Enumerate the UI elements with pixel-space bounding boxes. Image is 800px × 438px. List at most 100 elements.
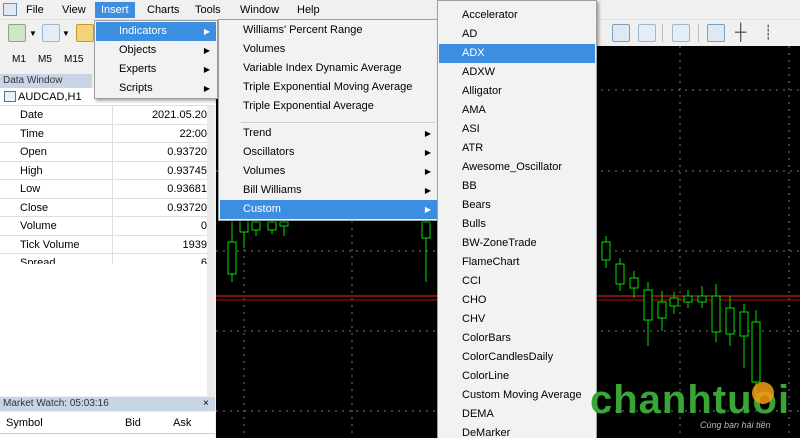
column-bid[interactable]: Bid bbox=[125, 417, 141, 429]
menu-separator bbox=[241, 122, 435, 123]
app-icon bbox=[3, 3, 17, 16]
menu-item-custom-indicator[interactable]: Bulls bbox=[439, 215, 595, 234]
menu-item-label: Objects bbox=[119, 44, 157, 56]
chevron-right-icon: ▶ bbox=[424, 148, 431, 157]
menu-file[interactable]: File bbox=[20, 2, 50, 18]
menu-item-volumes[interactable]: Volumes bbox=[220, 40, 437, 59]
menu-window[interactable]: Window bbox=[234, 2, 285, 18]
toolbar-divider bbox=[698, 24, 699, 42]
cursor-icon[interactable] bbox=[707, 24, 725, 42]
candle-body bbox=[683, 295, 693, 303]
candle-body bbox=[751, 321, 761, 383]
chart-shift-icon[interactable] bbox=[612, 24, 630, 42]
candle-body bbox=[739, 311, 749, 337]
menu-charts[interactable]: Charts bbox=[141, 2, 185, 18]
menu-item-bill-williams[interactable]: Bill Williams ▶ bbox=[220, 181, 437, 200]
menu-item-label: ASI bbox=[462, 123, 480, 135]
candle-body bbox=[251, 221, 261, 231]
menu-item-label: Triple Exponential Average bbox=[243, 100, 374, 112]
menu-item-custom-indicator[interactable]: ColorCandlesDaily bbox=[439, 348, 595, 367]
row-label: High bbox=[20, 164, 43, 177]
crosshair-icon[interactable]: ┼ bbox=[735, 24, 746, 42]
menu-item-label: ADXW bbox=[462, 66, 495, 78]
menu-insert[interactable]: Insert bbox=[95, 2, 135, 18]
close-icon[interactable]: × bbox=[203, 397, 209, 411]
menu-item-trix[interactable]: Triple Exponential Average bbox=[220, 97, 437, 116]
timeframe-m15[interactable]: M15 bbox=[64, 54, 83, 65]
menu-item-custom-indicator[interactable]: CCI bbox=[439, 272, 595, 291]
vertical-line-icon[interactable]: ┊ bbox=[764, 24, 772, 41]
menu-item-label: Volumes bbox=[243, 43, 286, 55]
templates-icon[interactable] bbox=[672, 24, 690, 42]
menu-item-volumes-group[interactable]: Volumes ▶ bbox=[220, 162, 437, 181]
row-value: 0.93745 bbox=[167, 164, 207, 177]
menu-item-label: Bears bbox=[462, 199, 491, 211]
row-label: Time bbox=[20, 127, 45, 140]
menu-item-trend[interactable]: Trend ▶ bbox=[220, 124, 437, 143]
auto-trading-icon[interactable] bbox=[76, 24, 94, 42]
candle-body bbox=[227, 241, 237, 275]
menu-item-objects[interactable]: Objects ▶ bbox=[96, 41, 216, 60]
profiles-icon[interactable] bbox=[42, 24, 60, 42]
autoscroll-icon[interactable] bbox=[638, 24, 656, 42]
menu-item-experts[interactable]: Experts ▶ bbox=[96, 60, 216, 79]
menu-item-oscillators[interactable]: Oscillators ▶ bbox=[220, 143, 437, 162]
menu-item-custom-indicator[interactable]: ColorLine bbox=[439, 367, 595, 386]
menu-item-label: ColorLine bbox=[462, 370, 510, 382]
table-row: Date 2021.05.20 bbox=[0, 106, 215, 125]
menu-item-custom-indicator[interactable]: BB bbox=[439, 177, 595, 196]
column-symbol[interactable]: Symbol bbox=[6, 417, 43, 429]
menu-item-custom-indicator[interactable]: Custom Moving Average bbox=[439, 386, 595, 405]
menu-item-label: DeMarker bbox=[462, 427, 511, 438]
menu-item-custom-indicator[interactable]: DeMarker bbox=[439, 424, 595, 438]
menu-item-custom-indicator[interactable]: Awesome_Oscillator bbox=[439, 158, 595, 177]
menu-view[interactable]: View bbox=[56, 2, 92, 18]
menu-item-custom-indicator[interactable]: ADX bbox=[439, 44, 595, 63]
menu-item-label: CHV bbox=[462, 313, 486, 325]
menu-item-custom-indicator[interactable]: Accelerator bbox=[439, 6, 595, 25]
menu-item-label: AMA bbox=[462, 104, 486, 116]
menu-bar: File View Insert Charts Tools Window Hel… bbox=[0, 0, 800, 20]
table-row: Close 0.93720 bbox=[0, 198, 215, 217]
new-chart-icon[interactable] bbox=[8, 24, 26, 42]
menu-item-scripts[interactable]: Scripts ▶ bbox=[96, 79, 216, 98]
column-ask[interactable]: Ask bbox=[173, 417, 191, 429]
menu-item-tema[interactable]: Triple Exponential Moving Average bbox=[220, 78, 437, 97]
menu-item-custom[interactable]: Custom ▶ bbox=[220, 200, 437, 219]
row-value: 0.93681 bbox=[167, 183, 207, 195]
menu-item-custom-indicator[interactable]: DEMA bbox=[439, 405, 595, 424]
candle-body bbox=[629, 277, 639, 289]
menu-item-custom-indicator[interactable]: AMA bbox=[439, 101, 595, 120]
menu-item-custom-indicator[interactable]: AD bbox=[439, 25, 595, 44]
timeframe-m1[interactable]: M1 bbox=[12, 54, 26, 65]
menu-item-custom-indicator[interactable]: ADXW bbox=[439, 63, 595, 82]
menu-item-label: ColorBars bbox=[462, 332, 511, 344]
timeframe-m5[interactable]: M5 bbox=[38, 54, 52, 65]
menu-item-custom-indicator[interactable]: Bears bbox=[439, 196, 595, 215]
menu-item-label: Custom bbox=[243, 203, 281, 215]
chevron-down-icon[interactable]: ▼ bbox=[62, 29, 70, 38]
menu-item-custom-indicator[interactable]: ATR bbox=[439, 139, 595, 158]
table-row: Low 0.93681 bbox=[0, 180, 215, 199]
menu-item-vidya[interactable]: Variable Index Dynamic Average bbox=[220, 59, 437, 78]
menu-item-label: FlameChart bbox=[462, 256, 520, 268]
data-window-scrollbar[interactable] bbox=[207, 106, 215, 396]
menu-item-williams-percent-range[interactable]: Williams' Percent Range bbox=[220, 21, 437, 40]
menu-tools[interactable]: Tools bbox=[189, 2, 227, 18]
menu-item-custom-indicator[interactable]: CHO bbox=[439, 291, 595, 310]
chevron-down-icon[interactable]: ▼ bbox=[29, 29, 37, 38]
menu-item-custom-indicator[interactable]: BW-ZoneTrade bbox=[439, 234, 595, 253]
menu-item-indicators[interactable]: Indicators ▶ bbox=[96, 22, 216, 41]
table-row: High 0.93745 bbox=[0, 161, 215, 180]
menu-item-custom-indicator[interactable]: ASI bbox=[439, 120, 595, 139]
menu-item-custom-indicator[interactable]: ColorBars bbox=[439, 329, 595, 348]
chevron-right-icon: ▶ bbox=[203, 84, 210, 93]
menu-item-label: Experts bbox=[119, 63, 157, 75]
market-watch-columns: Symbol Bid Ask bbox=[0, 412, 215, 434]
menu-item-custom-indicator[interactable]: CHV bbox=[439, 310, 595, 329]
chevron-right-icon: ▶ bbox=[424, 129, 431, 138]
menu-item-custom-indicator[interactable]: Alligator bbox=[439, 82, 595, 101]
menu-item-custom-indicator[interactable]: FlameChart bbox=[439, 253, 595, 272]
menu-help[interactable]: Help bbox=[291, 2, 326, 18]
market-watch-title: Market Watch: 05:03:16 bbox=[0, 397, 215, 411]
